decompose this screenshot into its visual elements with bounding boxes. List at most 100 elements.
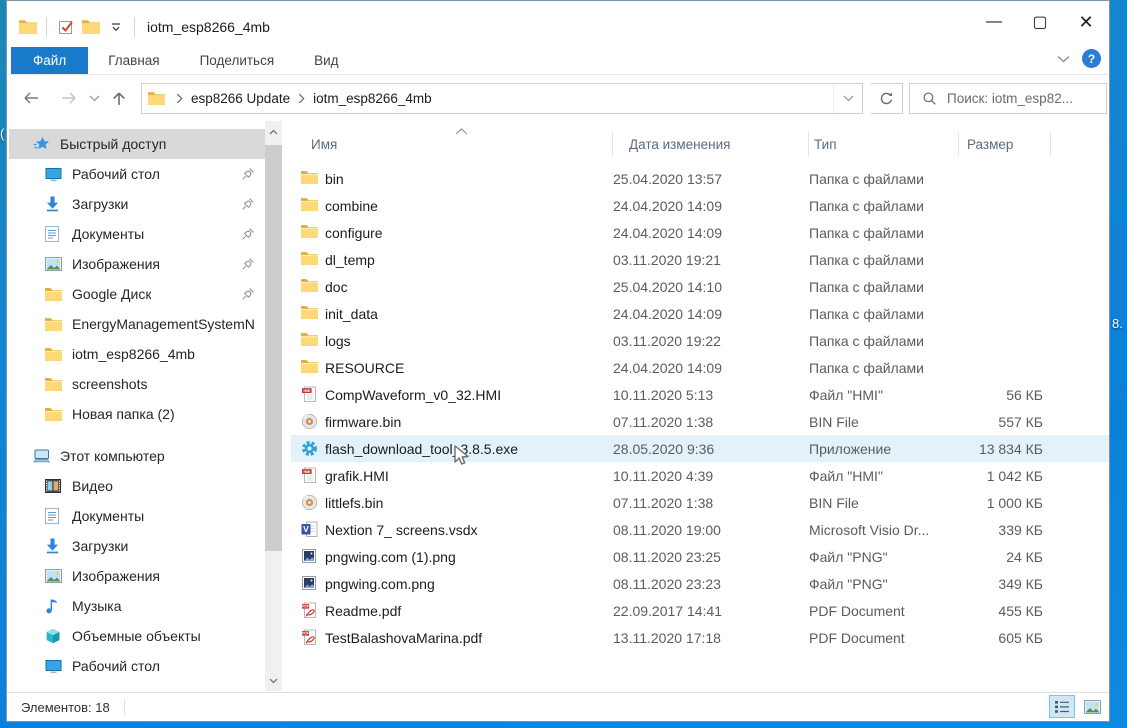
search-box[interactable]	[909, 83, 1107, 114]
maximize-button[interactable]: ▢	[1017, 1, 1063, 43]
file-row[interactable]: init_data24.04.2020 14:09Папка с файлами	[291, 300, 1109, 327]
file-row[interactable]: dl_temp03.11.2020 19:21Папка с файлами	[291, 246, 1109, 273]
tab-view[interactable]: Вид	[294, 47, 358, 74]
sidebar-item-desktop-pin[interactable]: Рабочий стол	[9, 159, 265, 189]
file-row[interactable]: combine24.04.2020 14:09Папка с файлами	[291, 192, 1109, 219]
file-row[interactable]: configure24.04.2020 14:09Папка с файлами	[291, 219, 1109, 246]
pdf-icon: PDF	[301, 602, 318, 619]
new-folder-icon[interactable]	[81, 18, 100, 37]
sidebar-item-video[interactable]: Видео	[9, 471, 265, 501]
disc-icon	[301, 413, 318, 430]
file-row[interactable]: RESOURCE24.04.2020 14:09Папка с файлами	[291, 354, 1109, 381]
quick-access-icon	[33, 136, 52, 153]
file-type: Папка с файлами	[809, 333, 959, 349]
sidebar-item-quick-access[interactable]: Быстрый доступ	[9, 129, 265, 159]
file-row[interactable]: HMIgrafik.HMI10.11.2020 4:39Файл "HMI"1 …	[291, 462, 1109, 489]
sidebar-item-label: Рабочий стол	[72, 658, 160, 674]
forward-button[interactable]	[55, 84, 83, 112]
folder-icon	[301, 332, 318, 349]
details-view-button[interactable]	[1049, 695, 1075, 718]
sidebar-item-new-folder-2[interactable]: Новая папка (2)	[9, 399, 265, 429]
folder-icon	[45, 406, 64, 423]
file-name: pngwing.com.png	[325, 576, 435, 592]
recent-locations-icon[interactable]	[83, 84, 105, 112]
title-bar: iotm_esp8266_4mb — ▢ ✕	[7, 1, 1109, 53]
file-row[interactable]: flash_download_tool_3.8.5.exe28.05.2020 …	[291, 435, 1109, 462]
minimize-button[interactable]: —	[971, 1, 1017, 43]
sidebar-item-documents-pin[interactable]: Документы	[9, 219, 265, 249]
sidebar-item-music[interactable]: Музыка	[9, 591, 265, 621]
png-icon	[301, 548, 318, 565]
help-button[interactable]: ?	[1082, 49, 1101, 68]
file-row[interactable]: logs03.11.2020 19:22Папка с файлами	[291, 327, 1109, 354]
close-button[interactable]: ✕	[1063, 1, 1109, 43]
sidebar-item-label: Загрузки	[72, 538, 128, 554]
sidebar-item-downloads[interactable]: Загрузки	[9, 531, 265, 561]
file-type: Папка с файлами	[809, 279, 959, 295]
file-name: bin	[325, 171, 344, 187]
sidebar-item-label: Изображения	[72, 256, 160, 272]
file-date: 08.11.2020 19:00	[613, 522, 809, 538]
scroll-up-icon[interactable]	[265, 123, 282, 140]
tab-file[interactable]: Файл	[11, 47, 88, 74]
back-button[interactable]	[17, 84, 45, 112]
sidebar-item-energy-management[interactable]: EnergyManagementSystemN	[9, 309, 265, 339]
thumbnails-view-button[interactable]	[1079, 695, 1105, 718]
column-header-0[interactable]: Имя	[291, 132, 613, 156]
column-header-2[interactable]: Тип	[809, 132, 959, 156]
file-row[interactable]: pngwing.com (1).png08.11.2020 23:25Файл …	[291, 543, 1109, 570]
file-row[interactable]: PDFReadme.pdf22.09.2017 14:41PDF Documen…	[291, 597, 1109, 624]
column-headers: ИмяДата измененияТипРазмер	[291, 129, 1109, 159]
address-bar[interactable]: esp8266 Update iotm_esp8266_4mb	[141, 83, 863, 114]
sidebar-item-label: Музыка	[72, 598, 122, 614]
sidebar-item-objects-3d[interactable]: Объемные объекты	[9, 621, 265, 651]
sidebar-item-downloads-pin[interactable]: Загрузки	[9, 189, 265, 219]
sidebar-item-pictures[interactable]: Изображения	[9, 561, 265, 591]
file-row[interactable]: firmware.bin07.11.2020 1:38BIN File557 К…	[291, 408, 1109, 435]
sidebar-item-documents[interactable]: Документы	[9, 501, 265, 531]
file-row[interactable]: littlefs.bin07.11.2020 1:38BIN File1 000…	[291, 489, 1109, 516]
file-row[interactable]: HMICompWaveform_v0_32.HMI10.11.2020 5:13…	[291, 381, 1109, 408]
tab-share[interactable]: Поделиться	[180, 47, 295, 74]
scroll-down-icon[interactable]	[265, 672, 282, 689]
column-header-1[interactable]: Дата изменения	[613, 132, 809, 156]
customize-qat-icon[interactable]	[106, 18, 125, 37]
mouse-cursor	[450, 444, 472, 468]
tab-home[interactable]: Главная	[88, 47, 179, 74]
sidebar-item-iotm-esp8266-4mb[interactable]: iotm_esp8266_4mb	[9, 339, 265, 369]
refresh-button[interactable]	[871, 83, 903, 114]
breadcrumb-item[interactable]: iotm_esp8266_4mb	[309, 91, 436, 106]
up-button[interactable]	[105, 84, 133, 112]
qat-separator	[134, 17, 135, 37]
sidebar-item-google-disk[interactable]: Google Диск	[9, 279, 265, 309]
sidebar-item-label: screenshots	[72, 376, 147, 392]
sidebar-item-label: Документы	[72, 226, 144, 242]
file-row[interactable]: bin25.04.2020 13:57Папка с файлами	[291, 165, 1109, 192]
sidebar-item-this-pc[interactable]: Этот компьютер	[9, 441, 265, 471]
sidebar-item-desktop[interactable]: Рабочий стол	[9, 651, 265, 681]
file-name: grafik.HMI	[325, 468, 389, 484]
file-row[interactable]: PDFTestBalashovaMarina.pdf13.11.2020 17:…	[291, 624, 1109, 651]
file-date: 24.04.2020 14:09	[613, 306, 809, 322]
search-input[interactable]	[945, 90, 1106, 107]
png-icon	[301, 575, 318, 592]
file-row[interactable]: VNextion 7_ screens.vsdx08.11.2020 19:00…	[291, 516, 1109, 543]
folder-icon	[45, 346, 64, 363]
address-dropdown-icon[interactable]	[833, 84, 862, 113]
scrollbar-thumb[interactable]	[265, 145, 282, 551]
expand-ribbon-icon[interactable]	[1057, 50, 1070, 68]
column-header-3[interactable]: Размер	[959, 132, 1051, 156]
file-row[interactable]: pngwing.com.png08.11.2020 23:23Файл "PNG…	[291, 570, 1109, 597]
folder-icon	[301, 359, 318, 376]
sidebar-scrollbar[interactable]	[265, 121, 282, 691]
sidebar-item-label: Документы	[72, 508, 144, 524]
sidebar-item-pictures-pin[interactable]: Изображения	[9, 249, 265, 279]
breadcrumb-item[interactable]: esp8266 Update	[187, 91, 294, 106]
folder-icon	[301, 170, 318, 187]
file-type: Папка с файлами	[809, 360, 959, 376]
documents-icon	[45, 508, 64, 525]
file-row[interactable]: doc25.04.2020 14:10Папка с файлами	[291, 273, 1109, 300]
properties-check-icon[interactable]	[56, 18, 75, 37]
file-name: Readme.pdf	[325, 603, 401, 619]
sidebar-item-screenshots[interactable]: screenshots	[9, 369, 265, 399]
